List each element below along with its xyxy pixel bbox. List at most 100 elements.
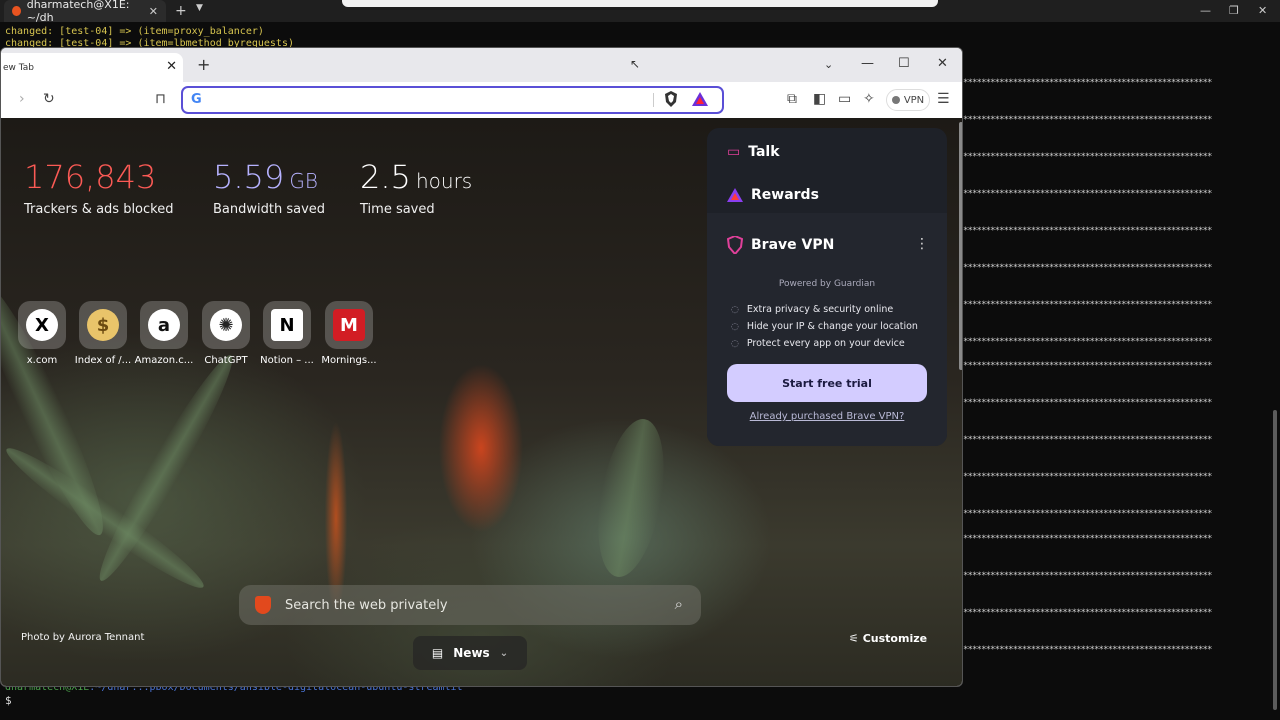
terminal-stars: ****************************************… (963, 645, 1212, 655)
extensions-icon[interactable]: ⧉ (787, 91, 797, 107)
start-free-trial-button[interactable]: Start free trial (727, 364, 927, 402)
google-icon: G (191, 92, 202, 107)
news-label: News (453, 646, 490, 660)
check-shield-icon: ◌ (731, 321, 739, 332)
guardian-logo: Guardian (833, 279, 876, 289)
terminal-stars: ****************************************… (963, 571, 1212, 581)
minimize-icon[interactable]: — (861, 56, 874, 71)
restore-icon[interactable]: ❐ (1229, 4, 1239, 17)
check-shield-icon: ◌ (731, 304, 739, 315)
brave-widgets-panel: ▭ Talk Rewards Brave VPN ⋮ Powered by Gu… (707, 128, 947, 446)
menu-icon[interactable]: ☰ (937, 91, 950, 107)
new-tab-plus-icon[interactable]: + (175, 3, 187, 19)
terminal-stars: ****************************************… (963, 300, 1212, 310)
rewards-label: Rewards (751, 187, 819, 203)
notion-icon: N (271, 309, 303, 341)
address-bar[interactable]: G (181, 86, 724, 114)
terminal-stars: ****************************************… (963, 509, 1212, 519)
brave-logo-icon (255, 596, 271, 614)
top-site-tile[interactable]: X x.com (12, 301, 72, 366)
top-site-tile[interactable]: M Mornings... (319, 301, 379, 366)
terminal-stars: ****************************************… (963, 226, 1212, 236)
talk-label: Talk (748, 144, 780, 160)
wallet-icon[interactable]: ▭ (838, 91, 851, 107)
vpn-feature: ◌ Extra privacy & security online (731, 304, 893, 315)
terminal-stars: ****************************************… (963, 534, 1212, 544)
more-options-icon[interactable]: ⋮ (915, 236, 929, 252)
minimize-icon[interactable]: — (1200, 4, 1211, 17)
terminal-stars: ****************************************… (963, 152, 1212, 162)
bookmark-icon[interactable]: ⊓ (155, 91, 166, 107)
top-site-tile[interactable]: ✺ ChatGPT (196, 301, 256, 366)
time-unit: hours (415, 169, 473, 193)
leo-ai-icon[interactable]: ✧ (863, 91, 875, 107)
bandwidth-value: 5.59 (213, 158, 285, 196)
overlay-bar (342, 0, 938, 7)
vpn-feature-text: Extra privacy & security online (746, 304, 894, 315)
terminal-scrollbar[interactable] (1273, 410, 1277, 710)
close-window-icon[interactable]: ✕ (1258, 4, 1267, 17)
page-scrollbar[interactable] (959, 122, 962, 370)
terminal-stars: ****************************************… (963, 78, 1212, 88)
vpn-status-icon (891, 96, 900, 104)
terminal-stars: ****************************************… (963, 263, 1212, 273)
close-tab-icon[interactable]: ✕ (166, 59, 177, 74)
terminal-stars: ****************************************… (963, 189, 1212, 199)
mouse-cursor-icon: ↖ (630, 57, 641, 71)
browser-tab-title: ew Tab (3, 62, 34, 73)
check-shield-icon: ◌ (731, 338, 739, 349)
vpn-shield-icon (727, 236, 743, 254)
terminal-stars: ****************************************… (963, 472, 1212, 482)
search-placeholder: Search the web privately (285, 597, 448, 613)
new-tab-page: 176,843 Trackers & ads blocked 5.59 GB B… (1, 118, 962, 686)
mornings-icon: M (333, 309, 365, 341)
terminal-stars: ****************************************… (963, 398, 1212, 408)
terminal-tab[interactable]: dharmatech@X1E: ~/dh ✕ (4, 0, 166, 24)
news-icon: ▤ (431, 646, 444, 660)
trackers-label: Trackers & ads blocked (24, 202, 174, 217)
brave-shields-icon[interactable] (664, 91, 678, 107)
top-site-tile[interactable]: $ Index of /... (73, 301, 133, 366)
bandwidth-stat: 5.59 GB Bandwidth saved (213, 158, 325, 217)
vpn-widget-header: Brave VPN (727, 236, 834, 254)
maximize-icon[interactable]: ☐ (898, 56, 910, 71)
terminal-prompt[interactable]: $ (5, 694, 12, 707)
terminal-stars: ****************************************… (963, 361, 1212, 371)
browser-tab-new-tab[interactable]: ew Tab ✕ (1, 53, 183, 82)
vpn-feature: ◌ Protect every app on your device (731, 338, 905, 349)
sidebar-icon[interactable]: ◧ (813, 91, 826, 107)
news-button[interactable]: ▤ News ⌄ (413, 636, 527, 670)
tab-search-chevron-icon[interactable]: ⌄ (824, 58, 833, 71)
close-window-icon[interactable]: ✕ (937, 56, 948, 71)
trackers-count: 176,843 (24, 158, 157, 196)
already-purchased-link[interactable]: Already purchased Brave VPN? (707, 411, 947, 422)
photo-credit[interactable]: Photo by Aurora Tennant (21, 632, 144, 643)
ubuntu-icon (12, 6, 21, 16)
vpn-label: VPN (903, 94, 925, 106)
top-site-label: ChatGPT (204, 355, 248, 366)
search-icon[interactable]: ⌕ (675, 595, 683, 613)
customize-button[interactable]: ⚟ Customize (849, 632, 927, 645)
bandwidth-unit: GB (289, 169, 318, 193)
brave-rewards-icon[interactable] (692, 92, 708, 106)
browser-tab-bar: ew Tab ✕ + ⌄ — ☐ ✕ (1, 48, 962, 82)
top-site-label: Notion – ... (260, 355, 314, 366)
top-site-tile[interactable]: a Amazon.c... (134, 301, 194, 366)
time-value: 2.5 (360, 158, 411, 196)
x-icon: X (26, 309, 58, 341)
browser-window: ew Tab ✕ + ⌄ — ☐ ✕ › ↻ ⊓ G ⧉ ◧ ▭ ✧ VPN ☰ (0, 47, 963, 687)
time-stat: 2.5 hours Time saved (360, 158, 472, 217)
talk-widget[interactable]: ▭ Talk (727, 144, 780, 160)
top-site-label: Index of /... (74, 355, 132, 366)
new-tab-button[interactable]: + (197, 55, 210, 74)
search-box[interactable]: Search the web privately ⌕ (239, 585, 701, 625)
vpn-button[interactable]: VPN (886, 89, 930, 111)
close-icon[interactable]: ✕ (149, 5, 158, 18)
top-site-tile[interactable]: N Notion – ... (257, 301, 317, 366)
chevron-down-icon[interactable]: ▼ (196, 3, 203, 13)
rewards-widget[interactable]: Rewards (727, 187, 819, 203)
terminal-line: changed: [test-04] => (item=proxy_balanc… (5, 26, 264, 37)
forward-icon[interactable]: › (19, 91, 25, 107)
top-site-label: x.com (26, 355, 58, 366)
reload-icon[interactable]: ↻ (43, 91, 55, 107)
